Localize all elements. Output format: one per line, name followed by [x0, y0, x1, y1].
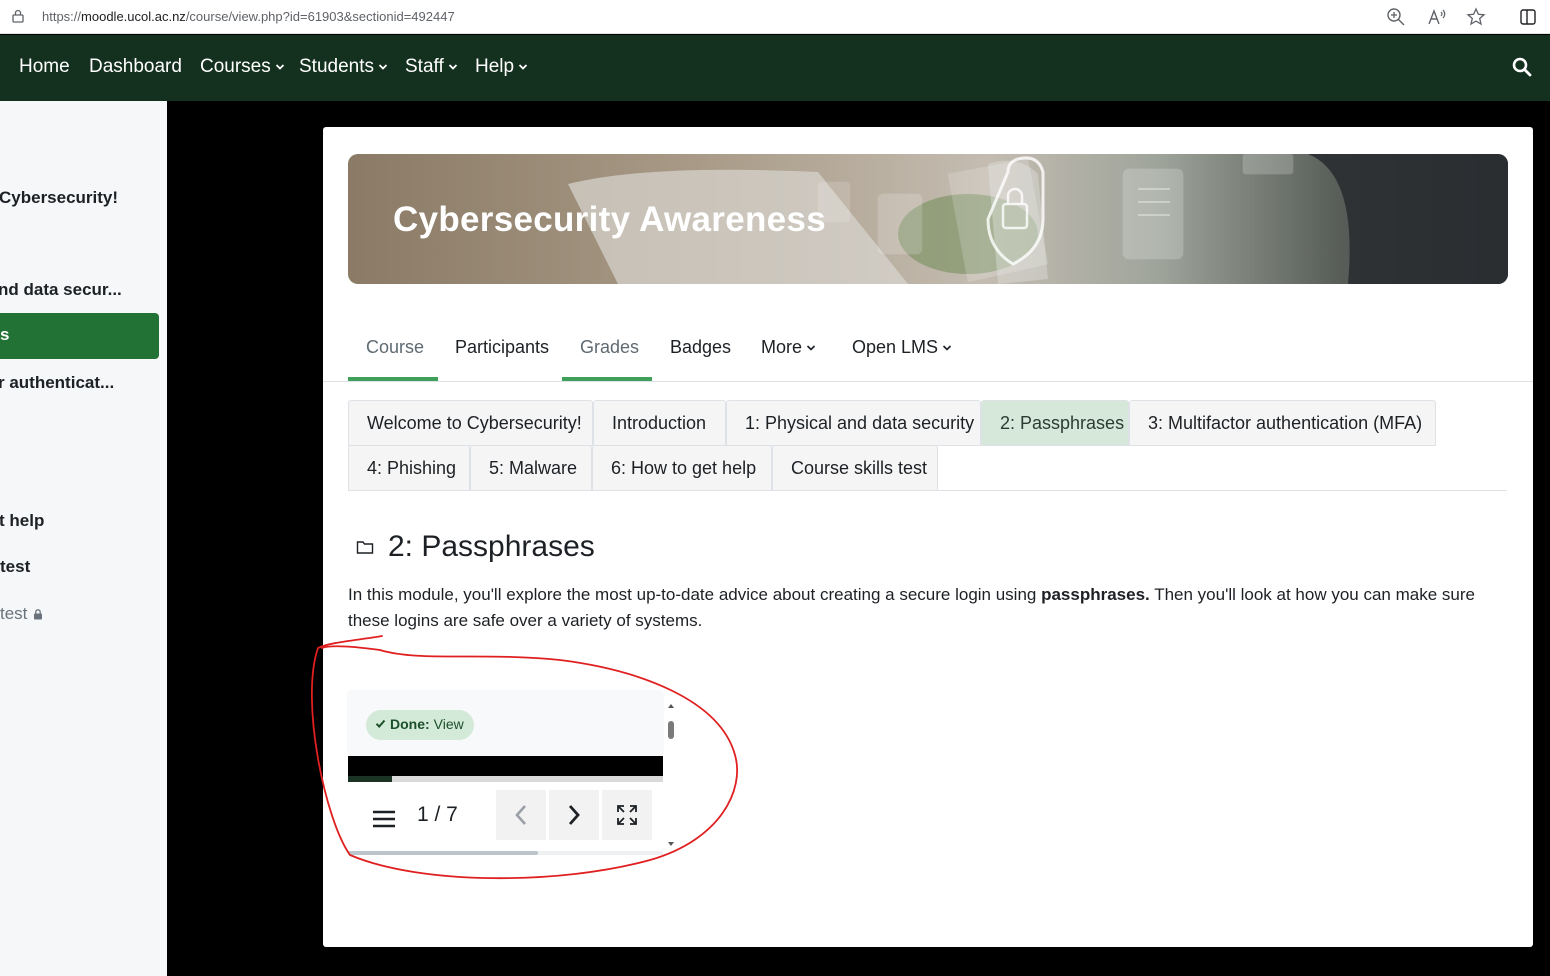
lock-icon	[12, 9, 24, 23]
section-tab-passphrases[interactable]: 2: Passphrases	[981, 400, 1129, 446]
drawer-item-course-skills-test[interactable]: test	[0, 557, 30, 577]
chevron-down-icon	[518, 64, 528, 70]
split-screen-icon[interactable]	[1518, 7, 1538, 27]
drawer-item-welcome[interactable]: Cybersecurity!	[0, 188, 118, 208]
course-title: Cybersecurity Awareness	[393, 200, 826, 239]
main-content-card: Cybersecurity Awareness Course Participa…	[323, 127, 1533, 947]
drawer-item-passphrases[interactable]: s	[0, 313, 159, 359]
drawer-item-how-to-get-help[interactable]: t help	[0, 511, 44, 531]
chevron-down-icon	[806, 345, 816, 351]
vertical-scrollbar[interactable]	[666, 700, 676, 850]
course-index-drawer: Cybersecurity! nd data secur... s r auth…	[0, 101, 167, 976]
course-banner: Cybersecurity Awareness	[348, 154, 1508, 284]
chevron-left-icon	[515, 805, 526, 825]
chevron-down-icon	[275, 64, 284, 70]
nav-dashboard[interactable]: Dashboard	[89, 56, 182, 78]
menu-icon[interactable]	[372, 810, 396, 828]
section-tab-course-skills-test[interactable]: Course skills test	[772, 445, 938, 491]
section-tabs: Welcome to Cybersecurity! Introduction 1…	[348, 400, 1507, 491]
nav-home[interactable]: Home	[19, 56, 70, 78]
section-tab-how-to-get-help[interactable]: 6: How to get help	[592, 445, 772, 491]
lock-icon	[34, 608, 43, 619]
active-underline	[562, 377, 652, 381]
tab-badges[interactable]: Badges	[652, 337, 749, 381]
chevron-right-icon	[568, 805, 580, 825]
drawer-item-multifactor-authentication[interactable]: r authenticat...	[0, 373, 114, 393]
nav-courses[interactable]: Courses	[200, 56, 285, 78]
top-navbar: Home Dashboard Courses Students Staff He…	[0, 35, 1550, 101]
course-secondary-nav: Course Participants Grades Badges More O…	[323, 327, 1533, 382]
tab-grades[interactable]: Grades	[562, 337, 652, 381]
tab-more[interactable]: More	[743, 337, 834, 381]
slide-controls: 1 / 7	[348, 782, 663, 846]
section-tab-physical-data-security[interactable]: 1: Physical and data security	[726, 400, 981, 446]
read-aloud-icon[interactable]	[1426, 7, 1446, 27]
chevron-down-icon	[378, 64, 388, 70]
tab-participants[interactable]: Participants	[437, 337, 567, 381]
section-summary: In this module, you'll explore the most …	[348, 585, 1475, 630]
section-tab-malware[interactable]: 5: Malware	[470, 445, 592, 491]
check-icon	[375, 719, 386, 728]
expand-icon	[617, 805, 637, 825]
previous-button[interactable]	[496, 790, 546, 840]
section-heading: 2: Passphrases	[356, 530, 595, 564]
completion-badge: Done: View	[366, 710, 474, 740]
url-field[interactable]: https://moodle.ucol.ac.nz/course/view.ph…	[42, 9, 455, 24]
drawer-item-locked-test[interactable]: test	[0, 604, 43, 624]
folder-icon	[356, 541, 374, 554]
activity-media-area	[348, 756, 663, 776]
zoom-icon[interactable]	[1386, 7, 1406, 27]
favorite-star-icon[interactable]	[1466, 7, 1486, 27]
chevron-down-icon	[448, 64, 457, 70]
nav-staff[interactable]: Staff	[405, 56, 458, 78]
tab-open-lms[interactable]: Open LMS	[834, 337, 970, 381]
horizontal-scrollbar[interactable]	[348, 851, 663, 855]
drawer-item-physical-data-security[interactable]: nd data secur...	[0, 280, 122, 300]
next-button[interactable]	[549, 790, 599, 840]
embedded-activity: Done: View 1 / 7	[348, 690, 680, 860]
section-tab-phishing[interactable]: 4: Phishing	[348, 445, 470, 491]
section-tab-mfa[interactable]: 3: Multifactor authentication (MFA)	[1129, 400, 1436, 446]
section-tab-welcome[interactable]: Welcome to Cybersecurity!	[348, 400, 593, 446]
fullscreen-button[interactable]	[602, 790, 652, 840]
activity-header: Done: View	[348, 690, 663, 756]
browser-address-bar: https://moodle.ucol.ac.nz/course/view.ph…	[0, 0, 1550, 34]
tab-course[interactable]: Course	[348, 337, 438, 381]
search-icon[interactable]	[1512, 57, 1532, 77]
nav-students[interactable]: Students	[299, 56, 388, 78]
nav-help[interactable]: Help	[475, 56, 528, 78]
scrollbar-thumb[interactable]	[348, 851, 538, 855]
chevron-down-icon	[942, 345, 952, 351]
active-underline	[348, 377, 438, 381]
section-title: 2: Passphrases	[388, 530, 595, 563]
page-indicator: 1 / 7	[417, 803, 458, 826]
section-tab-introduction[interactable]: Introduction	[593, 400, 726, 446]
